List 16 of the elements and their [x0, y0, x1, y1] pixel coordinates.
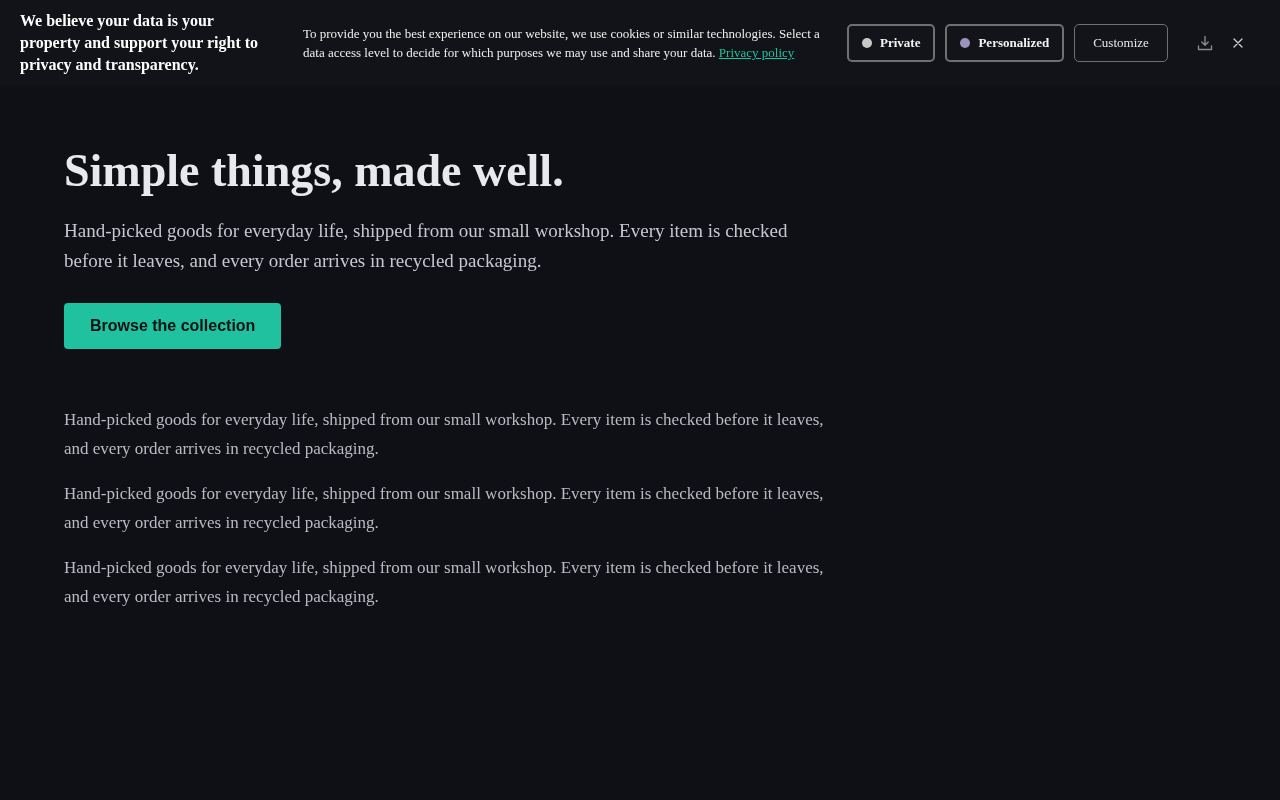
close-button[interactable] — [1231, 37, 1244, 49]
banner-heading: We believe your data is your property and support your right to privacy and transparency. — [20, 11, 260, 76]
close-icon — [1232, 38, 1243, 48]
body-paragraph: Hand-picked goods for everyday life, shipped from our small workshop. Every item is checked before it leaves, and every order arrives in recycled packaging. — [64, 557, 825, 608]
access-level-button[interactable]: Private — [847, 24, 936, 62]
body-paragraph: Hand-picked goods for everyday life, shipped from our small workshop. Every item is checked before it leaves, and every order arrives in recycled packaging. — [64, 409, 825, 460]
privacy-policy-link[interactable]: Privacy policy — [718, 45, 795, 60]
download-icon — [1196, 35, 1213, 51]
access-level-button[interactable]: Personalized — [945, 24, 1065, 62]
browse-collection-button[interactable]: Browse the collection — [64, 303, 282, 349]
hero-lead: Hand-picked goods for everyday life, shipped from our small workshop. Every item is checked before it leaves, and every order arrives in recycled packaging. — [64, 219, 789, 273]
body-paragraph: Hand-picked goods for everyday life, shipped from our small workshop. Every item is checked before it leaves, and every order arrives in recycled packaging. — [64, 483, 825, 534]
customize-button[interactable]: Customize — [1074, 24, 1168, 62]
hero-title: Simple things, made well. — [64, 144, 565, 198]
download-button[interactable] — [1195, 34, 1214, 52]
banner-message: To provide you the best experience on our website, we use cookies or similar technologies. Select a data access level to decide for which purposes we may use and share your data. Privacy policy — [303, 25, 821, 62]
